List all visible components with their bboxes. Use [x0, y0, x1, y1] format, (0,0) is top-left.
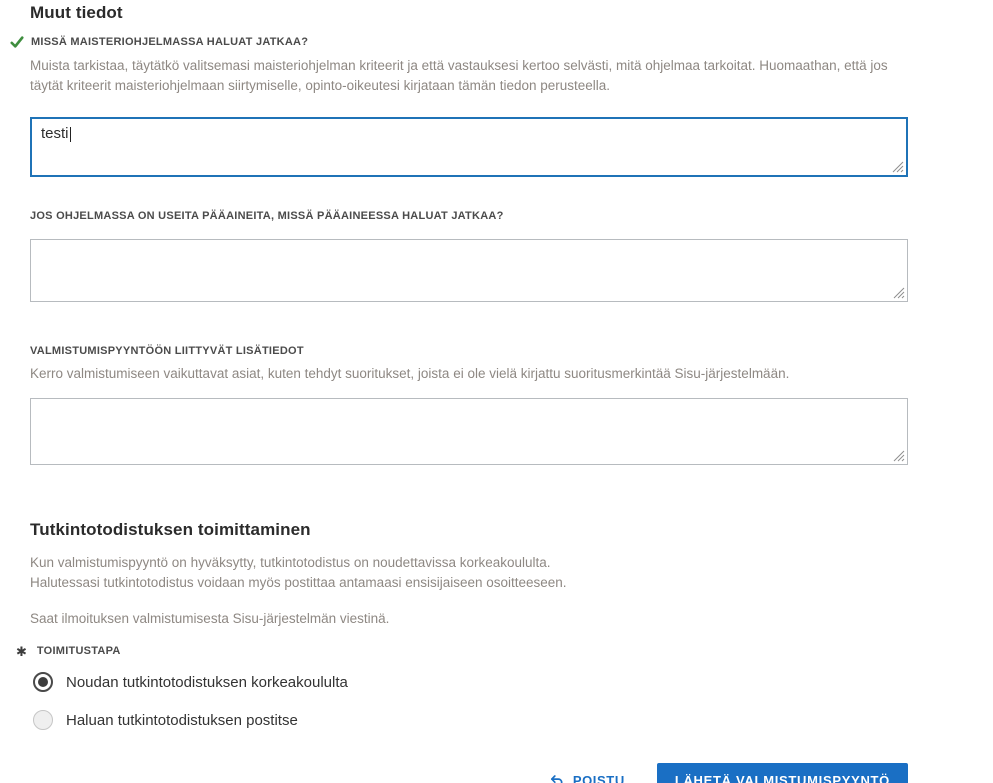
- question-3-label: VALMISTUMISPYYNTÖÖN LIITTYVÄT LISÄTIEDOT: [30, 345, 304, 357]
- exit-link[interactable]: POISTU: [549, 773, 625, 783]
- radio-selected-icon[interactable]: [33, 672, 53, 692]
- radio-option-pickup[interactable]: Noudan tutkintotodistuksen korkeakoulult…: [33, 672, 908, 692]
- delivery-method-label: TOIMITUSTAPA: [36, 645, 121, 657]
- question-3-label-row: VALMISTUMISPYYNTÖÖN LIITTYVÄT LISÄTIEDOT: [30, 345, 908, 358]
- radio-option-mail-label: Haluan tutkintotodistuksen postitse: [66, 711, 298, 729]
- exit-link-label: POISTU: [572, 773, 625, 783]
- required-asterisk-icon: ✱: [16, 643, 27, 659]
- master-programme-textarea-value: testi: [41, 125, 69, 142]
- radio-option-mail[interactable]: Haluan tutkintotodistuksen postitse: [33, 710, 908, 730]
- submit-graduation-request-button[interactable]: LÄHETÄ VALMISTUMISPYYNTÖ: [656, 763, 908, 783]
- question-1-help-text: Muista tarkistaa, täytätkö valitsemasi m…: [30, 58, 888, 93]
- footer-actions: POISTU LÄHETÄ VALMISTUMISPYYNTÖ: [30, 763, 908, 783]
- question-3-help-text: Kerro valmistumiseen vaikuttavat asiat, …: [30, 366, 790, 381]
- delivery-notice-paragraph: Saat ilmoituksen valmistumisesta Sisu-jä…: [30, 611, 390, 626]
- section-title-other-info: Muut tiedot: [30, 3, 123, 22]
- question-1-label-row: MISSÄ MAISTERIOHJELMASSA HALUAT JATKAA?: [10, 35, 908, 49]
- back-arrow-icon: [550, 775, 563, 783]
- additional-info-textarea[interactable]: [30, 398, 908, 465]
- delivery-info-line-2: Halutessasi tutkintotodistus voidaan myö…: [30, 575, 567, 590]
- delivery-method-label-row: ✱ TOIMITUSTAPA: [16, 645, 908, 658]
- question-2-label-row: JOS OHJELMASSA ON USEITA PÄÄAINEITA, MIS…: [30, 210, 908, 223]
- major-subject-textarea[interactable]: [30, 239, 908, 302]
- radio-unselected-icon[interactable]: [33, 710, 53, 730]
- radio-dot: [38, 677, 48, 687]
- delivery-info-paragraph: Kun valmistumispyyntö on hyväksytty, tut…: [30, 553, 908, 593]
- resize-grip-icon[interactable]: [892, 161, 904, 173]
- resize-grip-icon[interactable]: [893, 450, 905, 462]
- section-title-certificate-delivery: Tutkintotodistuksen toimittaminen: [30, 520, 311, 539]
- delivery-info-line-1: Kun valmistumispyyntö on hyväksytty, tut…: [30, 555, 551, 570]
- master-programme-textarea[interactable]: testi: [30, 117, 908, 177]
- question-1-label: MISSÄ MAISTERIOHJELMASSA HALUAT JATKAA?: [31, 35, 309, 48]
- graduation-request-form-page: Muut tiedot MISSÄ MAISTERIOHJELMASSA HAL…: [0, 0, 993, 783]
- text-caret: [69, 127, 71, 142]
- resize-grip-icon[interactable]: [893, 287, 905, 299]
- radio-option-pickup-label: Noudan tutkintotodistuksen korkeakoulult…: [66, 673, 348, 691]
- question-2-label: JOS OHJELMASSA ON USEITA PÄÄAINEITA, MIS…: [30, 210, 504, 222]
- valid-check-icon: [10, 36, 24, 48]
